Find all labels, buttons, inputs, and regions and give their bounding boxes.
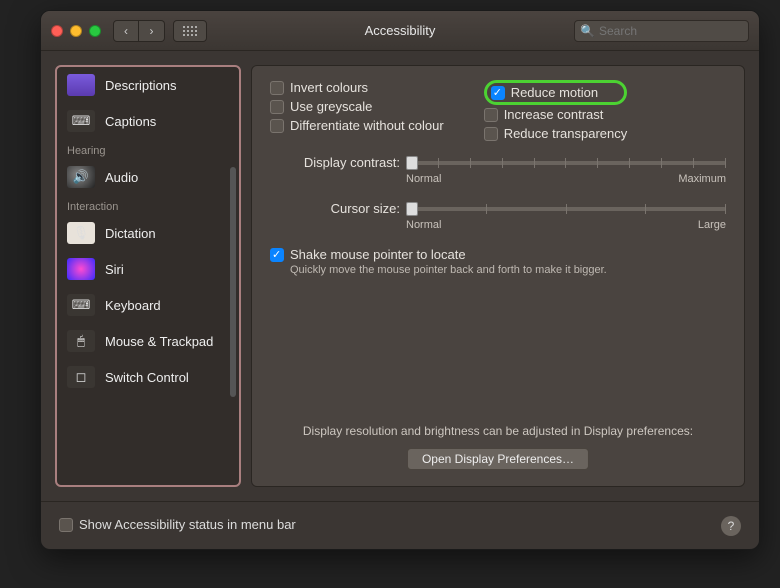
window-body: Descriptions ⌨ Captions Hearing 🔊 Audio … <box>41 51 759 501</box>
display-contrast-slider[interactable]: Normal Maximum <box>406 155 726 189</box>
slider-knob[interactable] <box>406 156 418 170</box>
zoom-icon[interactable] <box>89 25 101 37</box>
reduce-motion-checkbox[interactable]: Reduce motion <box>491 85 598 100</box>
display-contrast-label: Display contrast: <box>270 155 400 170</box>
cursor-size-slider[interactable]: Normal Large <box>406 201 726 235</box>
shake-pointer-hint: Quickly move the mouse pointer back and … <box>290 264 726 276</box>
sidebar-item-switch-control[interactable]: ◻ Switch Control <box>57 359 239 395</box>
forward-button[interactable]: › <box>139 20 165 42</box>
chevron-right-icon: › <box>150 24 154 38</box>
differentiate-colour-checkbox[interactable]: Differentiate without colour <box>270 118 444 133</box>
cursor-size-label: Cursor size: <box>270 201 400 216</box>
siri-icon <box>67 258 95 280</box>
reduce-motion-input[interactable] <box>491 86 505 100</box>
sidebar-scrollbar[interactable] <box>230 167 236 397</box>
sidebar-item-captions[interactable]: ⌨ Captions <box>57 103 239 139</box>
captions-icon: ⌨ <box>67 110 95 132</box>
cursor-size-section: Cursor size: Normal Large <box>270 201 726 235</box>
sidebar-item-label: Mouse & Trackpad <box>105 334 213 349</box>
sidebar-item-label: Audio <box>105 170 138 185</box>
sidebar-item-descriptions[interactable]: Descriptions <box>57 67 239 103</box>
open-display-preferences-button[interactable]: Open Display Preferences… <box>407 448 589 470</box>
mouse-icon: 🖱 <box>67 330 95 352</box>
accessibility-window: ‹ › Accessibility 🔍 Descriptions ⌨ <box>40 10 760 550</box>
sidebar-item-label: Descriptions <box>105 78 177 93</box>
reduce-transparency-checkbox[interactable]: Reduce transparency <box>484 126 628 141</box>
check-label: Show Accessibility status in menu bar <box>79 517 296 532</box>
sidebar-item-label: Switch Control <box>105 370 189 385</box>
use-greyscale-input[interactable] <box>270 100 284 114</box>
reduce-motion-highlight: Reduce motion <box>484 80 628 105</box>
sidebar-item-audio[interactable]: 🔊 Audio <box>57 159 239 195</box>
use-greyscale-checkbox[interactable]: Use greyscale <box>270 99 444 114</box>
check-col-left: Invert colours Use greyscale Differentia… <box>270 80 444 143</box>
slider-min-label: Normal <box>406 173 441 185</box>
switch-control-icon: ◻ <box>67 366 95 388</box>
increase-contrast-checkbox[interactable]: Increase contrast <box>484 107 628 122</box>
settings-panel: Invert colours Use greyscale Differentia… <box>251 65 745 487</box>
close-icon[interactable] <box>51 25 63 37</box>
speaker-icon: 🔊 <box>67 166 95 188</box>
titlebar: ‹ › Accessibility 🔍 <box>41 11 759 51</box>
back-button[interactable]: ‹ <box>113 20 139 42</box>
sidebar-category-interaction: Interaction <box>57 195 239 215</box>
check-label: Differentiate without colour <box>290 118 444 133</box>
sidebar-item-label: Siri <box>105 262 124 277</box>
search-box: 🔍 <box>574 20 749 42</box>
sidebar: Descriptions ⌨ Captions Hearing 🔊 Audio … <box>55 65 241 487</box>
show-status-menubar-checkbox[interactable]: Show Accessibility status in menu bar <box>59 517 296 532</box>
minimize-icon[interactable] <box>70 25 82 37</box>
window-footer: Show Accessibility status in menu bar ? <box>41 501 759 549</box>
invert-colours-input[interactable] <box>270 81 284 95</box>
sidebar-item-siri[interactable]: Siri <box>57 251 239 287</box>
increase-contrast-input[interactable] <box>484 108 498 122</box>
help-button[interactable]: ? <box>721 516 741 536</box>
chevron-left-icon: ‹ <box>124 24 128 38</box>
sidebar-item-keyboard[interactable]: ⌨ Keyboard <box>57 287 239 323</box>
search-icon: 🔍 <box>580 24 595 38</box>
check-col-right: Reduce motion Increase contrast Reduce t… <box>484 80 628 143</box>
display-checks: Invert colours Use greyscale Differentia… <box>270 80 726 143</box>
sidebar-category-hearing: Hearing <box>57 139 239 159</box>
check-label: Invert colours <box>290 80 368 95</box>
sidebar-item-label: Dictation <box>105 226 156 241</box>
check-label: Reduce transparency <box>504 126 628 141</box>
show-status-menubar-input[interactable] <box>59 518 73 532</box>
slider-max-label: Large <box>698 219 726 231</box>
check-label: Use greyscale <box>290 99 372 114</box>
resolution-note: Display resolution and brightness can be… <box>252 424 744 438</box>
slider-min-label: Normal <box>406 219 441 231</box>
microphone-icon: 🎙 <box>67 222 95 244</box>
sidebar-item-dictation[interactable]: 🎙 Dictation <box>57 215 239 251</box>
help-icon: ? <box>728 519 735 533</box>
invert-colours-checkbox[interactable]: Invert colours <box>270 80 444 95</box>
slider-knob[interactable] <box>406 202 418 216</box>
display-contrast-section: Display contrast: Normal Maximum <box>270 155 726 189</box>
keyboard-icon: ⌨ <box>67 294 95 316</box>
shake-pointer-checkbox[interactable]: Shake mouse pointer to locate <box>270 247 726 262</box>
shake-pointer-section: Shake mouse pointer to locate Quickly mo… <box>270 247 726 276</box>
search-input[interactable] <box>574 20 749 42</box>
traffic-lights <box>51 25 101 37</box>
descriptions-icon <box>67 74 95 96</box>
slider-max-label: Maximum <box>678 173 726 185</box>
check-label: Shake mouse pointer to locate <box>290 247 466 262</box>
sidebar-item-label: Keyboard <box>105 298 161 313</box>
shake-pointer-input[interactable] <box>270 248 284 262</box>
check-label: Reduce motion <box>511 85 598 100</box>
grid-icon <box>183 26 197 36</box>
check-label: Increase contrast <box>504 107 604 122</box>
sidebar-item-mouse-trackpad[interactable]: 🖱 Mouse & Trackpad <box>57 323 239 359</box>
differentiate-colour-input[interactable] <box>270 119 284 133</box>
sidebar-item-label: Captions <box>105 114 156 129</box>
show-all-button[interactable] <box>173 20 207 42</box>
reduce-transparency-input[interactable] <box>484 127 498 141</box>
